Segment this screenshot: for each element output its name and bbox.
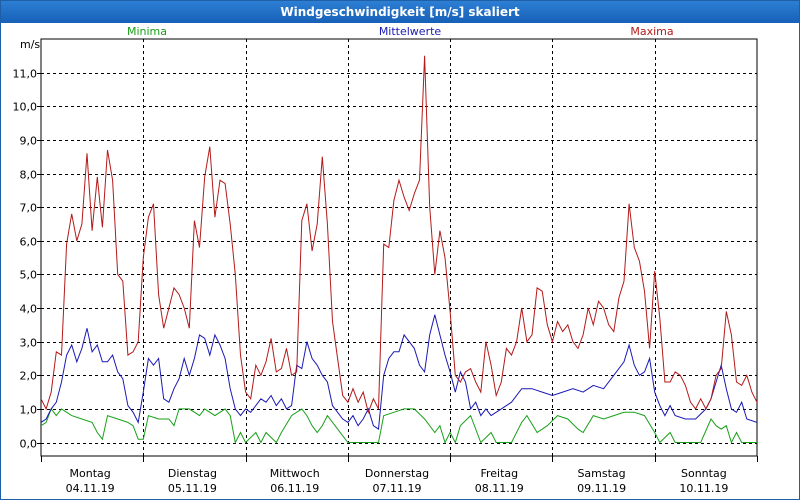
x-day-label: Freitag (480, 467, 518, 480)
plot-area (40, 38, 758, 457)
legend-entry-minima: Minima (127, 25, 167, 38)
window-title: Windgeschwindigkeit [m/s] skaliert (1, 1, 799, 23)
y-tick-label: 11,0 (13, 68, 38, 81)
y-tick-label: 10,0 (13, 101, 38, 114)
y-tick-label: 2,0 (20, 370, 38, 383)
legend-entry-mittelwerte: Mittelwerte (379, 25, 442, 38)
x-axis: Montag 04.11.19 Dienstag 05.11.19 Mittwoch 06… (41, 456, 758, 495)
x-date-label: 09.11.19 (577, 482, 626, 495)
y-tick-label: 7,0 (20, 202, 38, 215)
y-tick-label: 8,0 (20, 169, 38, 182)
x-date-label: 06.11.19 (270, 482, 319, 495)
x-date-label: 04.11.19 (66, 482, 115, 495)
legend-entry-maxima: Maxima (630, 25, 673, 38)
x-date-label: 05.11.19 (168, 482, 217, 495)
x-date-label: 10.11.19 (679, 482, 728, 495)
x-day-label: Donnerstag (365, 467, 429, 480)
legend: Minima Mittelwerte Maxima (127, 25, 674, 38)
x-day-label: Montag (70, 467, 111, 480)
y-tick-label: 6,0 (20, 236, 38, 249)
x-date-label: 08.11.19 (475, 482, 524, 495)
y-axis-unit-label: m/s (20, 38, 40, 51)
y-tick-label: 1,0 (20, 404, 38, 417)
x-day-label: Mittwoch (270, 467, 320, 480)
y-tick-label: 3,0 (20, 337, 38, 350)
y-axis: 0,0 1,0 2,0 3,0 4,0 5,0 6,0 7,0 8,0 9,0 10,0 11,0 (13, 68, 41, 451)
x-day-label: Samstag (577, 467, 625, 480)
x-day-label: Dienstag (168, 467, 217, 480)
plot-border (40, 38, 758, 457)
y-tick-label: 0,0 (20, 438, 38, 451)
x-day-label: Sonntag (681, 467, 727, 480)
y-tick-label: 9,0 (20, 135, 38, 148)
wind-speed-chart: 0,0 1,0 2,0 3,0 4,0 5,0 6,0 7,0 8,0 9,0 10,0 11,0 M… (13, 25, 758, 495)
x-date-label: 07.11.19 (373, 482, 422, 495)
y-tick-label: 4,0 (20, 303, 38, 316)
y-tick-label: 5,0 (20, 269, 38, 282)
